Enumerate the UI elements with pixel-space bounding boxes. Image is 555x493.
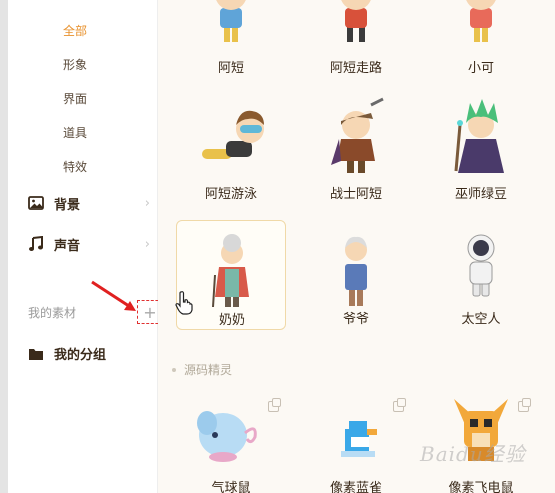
hand-cursor-icon [175, 291, 193, 315]
sidebar-item-interface[interactable]: 界面 [63, 90, 87, 107]
asset-name: 阿短 [217, 61, 244, 76]
asset-card-astronaut[interactable]: 太空人 [426, 220, 536, 330]
sidebar-item-character[interactable]: 形象 [63, 56, 87, 73]
section-header: 源码精灵 [172, 361, 232, 378]
my-group-item[interactable]: 我的分组 [28, 344, 106, 363]
window-frame-left [0, 0, 8, 493]
image-icon [28, 196, 44, 210]
chevron-right-icon: › [144, 237, 150, 252]
sidebar-item-all[interactable]: 全部 [63, 22, 87, 39]
asset-name: 太空人 [461, 312, 501, 327]
character-aduan-image [216, 0, 246, 42]
watermark-text: Baidu经验 [420, 442, 526, 466]
section-title: 源码精灵 [184, 363, 233, 377]
asset-card-aduan-walk[interactable]: 阿短走路 [301, 0, 411, 76]
music-note-icon [29, 236, 43, 251]
asset-name: 爷爷 [342, 312, 369, 327]
asset-card-warrior-aduan[interactable]: 战士阿短 [301, 95, 411, 205]
character-grandma-image [212, 234, 249, 308]
bullet-dot-icon [172, 367, 176, 372]
asset-name: 小可 [467, 61, 494, 76]
sidebar: 全部 形象 界面 道具 特效 背景 › 声音 › 我的素材 + 我的分组 [8, 0, 163, 493]
asset-name: 战士阿短 [329, 187, 382, 202]
sidebar-item-props[interactable]: 道具 [63, 124, 87, 141]
character-wizard-lvdou-image [454, 99, 504, 173]
character-xiaoke-image [466, 0, 496, 42]
category-label: 声音 [54, 238, 81, 254]
red-arrow-annotation [91, 280, 136, 311]
asset-card-aduan[interactable]: 阿短 [176, 0, 286, 76]
asset-card-aduan-swim[interactable]: 阿短游泳 [176, 95, 286, 205]
asset-card-wizard-lvdou[interactable]: 巫师绿豆 [426, 95, 536, 205]
my-group-label: 我的分组 [54, 348, 107, 363]
sidebar-item-effects[interactable]: 特效 [63, 158, 87, 175]
asset-name: 阿短游泳 [204, 187, 257, 202]
character-aduan-walk-image [341, 0, 371, 42]
asset-name: 像素飞电鼠 [448, 481, 514, 493]
sidebar-category-sound[interactable]: 声音 › [28, 233, 158, 255]
chevron-right-icon: › [144, 196, 150, 211]
link-icon [518, 398, 531, 412]
asset-name: 像素蓝雀 [329, 481, 382, 493]
sidebar-category-background[interactable]: 背景 › [28, 192, 158, 214]
character-warrior-aduan-image [331, 97, 384, 173]
character-pixel-bluebird-image [341, 421, 377, 457]
asset-card-balloon-mouse[interactable]: 气球鼠 [176, 393, 286, 493]
asset-name: 巫师绿豆 [454, 187, 507, 202]
character-aduan-swim-image [202, 110, 264, 159]
category-label: 背景 [54, 197, 81, 213]
character-balloon-mouse-image [197, 411, 257, 462]
asset-name: 阿短走路 [329, 61, 382, 76]
folder-icon [29, 348, 43, 360]
my-assets-label: 我的素材 [28, 306, 77, 320]
link-icon [268, 398, 281, 412]
character-grandpa-image [345, 236, 367, 306]
asset-name: 气球鼠 [211, 481, 251, 493]
asset-card-grandpa[interactable]: 爷爷 [301, 220, 411, 330]
asset-card-pixel-bluebird[interactable]: 像素蓝雀 [301, 393, 411, 493]
asset-card-xiaoke[interactable]: 小可 [426, 0, 536, 76]
character-astronaut-image [467, 234, 495, 297]
link-icon [393, 398, 406, 412]
